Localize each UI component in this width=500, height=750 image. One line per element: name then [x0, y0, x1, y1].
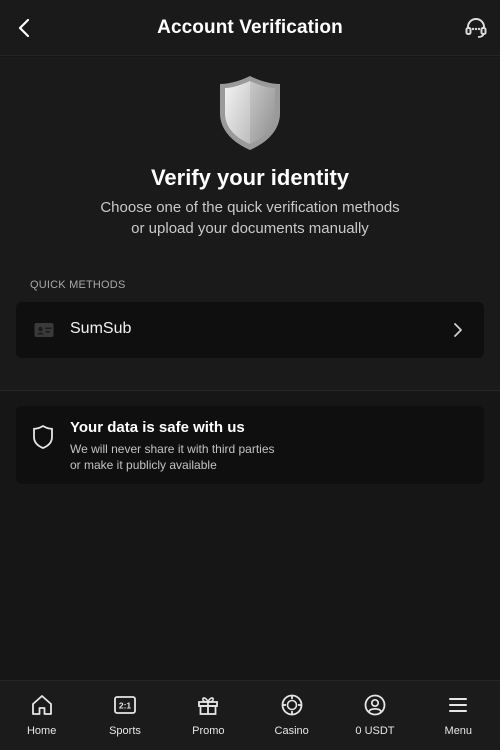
- section-divider: [0, 390, 500, 391]
- id-card-icon: [34, 323, 54, 337]
- nav-item-account[interactable]: 0 USDT: [333, 681, 416, 750]
- safety-text-line: We will never share it with third partie…: [70, 442, 275, 456]
- chevron-right-icon: [454, 323, 462, 337]
- nav-item-casino[interactable]: Casino: [250, 681, 333, 750]
- app-header: Account Verification: [0, 0, 500, 56]
- casino-chip-icon: [281, 694, 303, 716]
- nav-item-home[interactable]: Home: [0, 681, 83, 750]
- hero-subtitle: Choose one of the quick verification met…: [50, 197, 450, 239]
- chevron-left-icon: [18, 18, 30, 38]
- method-item-sumsub[interactable]: SumSub: [16, 302, 484, 358]
- headset-icon: [465, 18, 487, 38]
- data-safety-notice: Your data is safe with us We will never …: [16, 406, 484, 484]
- nav-label: Menu: [444, 725, 473, 737]
- nav-item-sports[interactable]: 2:1 Sports: [83, 681, 166, 750]
- hero-title: Verify your identity: [150, 165, 350, 190]
- scoreboard-icon-text: 2:1: [119, 701, 132, 711]
- support-button[interactable]: [462, 14, 490, 42]
- menu-icon: [449, 698, 468, 712]
- home-icon: [31, 695, 52, 715]
- gift-icon: [198, 697, 219, 715]
- user-icon: [364, 694, 386, 716]
- scoreboard-icon: 2:1: [114, 696, 136, 714]
- safety-text-line: or make it publicly available: [70, 458, 217, 472]
- nav-label: Casino: [274, 725, 309, 737]
- nav-label: Promo: [192, 725, 225, 737]
- hero-subtitle-line: or upload your documents manually: [131, 220, 369, 237]
- verification-intro: Verify your identity Choose one of the q…: [0, 57, 500, 390]
- nav-label: 0 USDT: [355, 725, 395, 737]
- safety-text: We will never share it with third partie…: [70, 441, 450, 473]
- hero-subtitle-line: Choose one of the quick verification met…: [100, 199, 400, 216]
- method-label: SumSub: [70, 320, 132, 337]
- bottom-navigation: Home 2:1 Sports Promo Casino 0 USDT Menu: [0, 680, 500, 750]
- page-title: Account Verification: [157, 16, 343, 38]
- nav-label: Sports: [109, 725, 141, 737]
- shield-outline-icon: [33, 425, 53, 449]
- shield-icon: [220, 76, 280, 150]
- back-button[interactable]: [10, 14, 38, 42]
- safety-title: Your data is safe with us: [70, 419, 245, 436]
- nav-item-menu[interactable]: Menu: [417, 681, 500, 750]
- nav-label: Home: [26, 725, 57, 737]
- quick-methods-label: QUICK METHODS: [30, 279, 126, 291]
- nav-item-promo[interactable]: Promo: [167, 681, 250, 750]
